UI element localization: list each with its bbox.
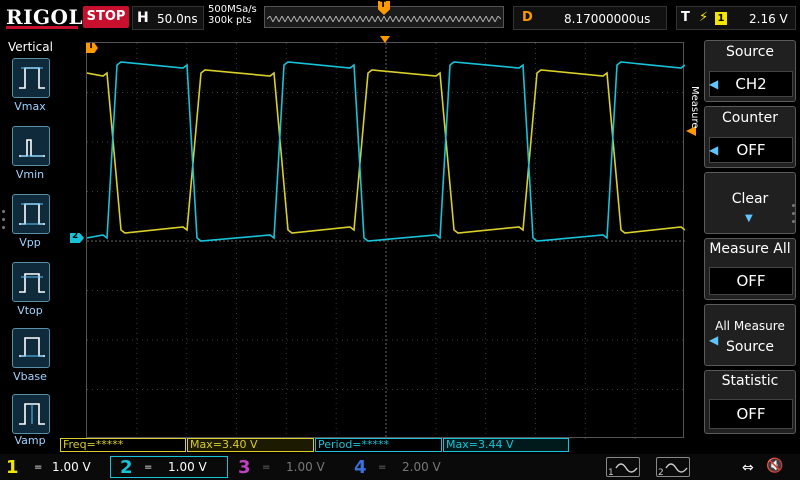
channel-number: 2: [120, 457, 133, 478]
horizontal-label: H: [137, 10, 149, 26]
channel-number: 1: [6, 457, 19, 478]
measure-menu: Source CH2 ◀ Counter OFF ◀ Clear ▼ Measu…: [700, 38, 800, 438]
horizontal-timebase[interactable]: H 50.0ns: [132, 6, 204, 30]
channel-4-status[interactable]: 4 = 2.00 V: [350, 456, 460, 478]
measure-all-value: OFF: [709, 267, 793, 295]
measure-sidebar: Vertical Vmax Vmin Vpp Vtop Vbase Vamp: [0, 36, 56, 454]
clear-softkey[interactable]: Clear ▼: [704, 172, 796, 234]
measurement-results: Freq=***** Max=3.40 V Period=***** Max=3…: [60, 438, 700, 452]
vtop-icon: [19, 273, 45, 293]
delay-value: 8.17000000us: [564, 12, 651, 26]
delay-label: D: [522, 10, 533, 25]
channel-number: 3: [238, 457, 251, 478]
statistic-label: Statistic: [721, 373, 779, 389]
usb-icon: ⇔: [742, 460, 754, 476]
channel-scale: 1.00 V: [286, 460, 325, 474]
all-measure-value: Source: [725, 339, 775, 355]
all-measure-source-softkey[interactable]: All Measure Source ◀: [704, 304, 796, 366]
run-stop-status[interactable]: STOP: [83, 6, 129, 28]
chevron-left-icon: ◀: [709, 77, 719, 91]
trigger-source-badge: 1: [715, 12, 727, 25]
vmax-label: Vmax: [14, 100, 46, 113]
memory-waveform-icon: [267, 16, 501, 22]
channel-2-status[interactable]: 2 = 1.00 V: [114, 456, 224, 478]
dc-coupling-icon: =: [378, 462, 387, 473]
horizontal-delay[interactable]: D 8.17000000us: [513, 6, 667, 30]
channel-3-status[interactable]: 3 = 1.00 V: [232, 456, 342, 478]
timebase-value: 50.0ns: [157, 12, 198, 26]
sample-rate: 500MSa/s: [208, 4, 257, 15]
page-dots: [2, 210, 6, 234]
channel-scale: 1.00 V: [52, 460, 91, 474]
page-dots-right: [792, 204, 796, 228]
vamp-label: Vamp: [14, 434, 46, 447]
vpp-button[interactable]: [12, 194, 50, 234]
clear-label: Clear: [731, 191, 769, 207]
measurement-item: Max=3.44 V: [443, 438, 569, 452]
trigger-level: 2.16 V: [749, 12, 788, 26]
ch2-ground-marker[interactable]: 2: [70, 233, 84, 243]
dc-coupling-icon: =: [144, 462, 153, 473]
source2-icon[interactable]: 2: [656, 457, 690, 478]
rising-edge-icon: ⚡: [699, 10, 709, 25]
sine-wave-icon: 2: [658, 463, 688, 478]
source-value: CH2: [709, 71, 793, 97]
measurement-item: Max=3.40 V: [187, 438, 314, 452]
vmin-icon: [19, 139, 45, 157]
waveform-display[interactable]: [86, 42, 686, 439]
counter-label: Counter: [722, 110, 778, 126]
vamp-button[interactable]: [12, 394, 50, 434]
chevron-left-icon: ◀: [709, 333, 719, 347]
vbase-label: Vbase: [13, 370, 47, 383]
counter-softkey[interactable]: Counter OFF ◀: [704, 106, 796, 168]
trigger-settings[interactable]: T ⚡ 1 2.16 V: [676, 6, 796, 30]
measurement-item: Period=*****: [315, 438, 442, 452]
vamp-icon: [19, 403, 45, 425]
statistic-softkey[interactable]: Statistic OFF: [704, 370, 796, 434]
channel-scale: 1.00 V: [168, 460, 207, 474]
svg-text:1: 1: [608, 468, 614, 478]
chevron-left-icon: ◀: [709, 143, 719, 157]
measurement-item: Freq=*****: [60, 438, 186, 452]
svg-text:2: 2: [658, 468, 664, 478]
dc-coupling-icon: =: [34, 462, 43, 473]
source-softkey[interactable]: Source CH2 ◀: [704, 40, 796, 102]
waveform-canvas: [86, 43, 686, 439]
channel-number: 4: [354, 457, 367, 478]
vbase-icon: [19, 337, 45, 357]
acquisition-info: 500MSa/s 300k pts: [208, 4, 257, 26]
logo-underline: [6, 26, 78, 29]
dc-coupling-icon: =: [262, 462, 271, 473]
all-measure-label: All Measure: [715, 319, 785, 333]
counter-value: OFF: [709, 137, 793, 163]
memory-depth: 300k pts: [208, 15, 252, 26]
channel-1-status[interactable]: 1 = 1.00 V: [4, 456, 104, 478]
vbase-button[interactable]: [12, 328, 50, 368]
sine-wave-icon: 1: [608, 463, 638, 478]
vmax-button[interactable]: [12, 58, 50, 98]
source1-icon[interactable]: 1: [606, 457, 640, 478]
vtop-button[interactable]: [12, 262, 50, 302]
sidebar-title: Vertical: [8, 40, 53, 54]
menu-title: Measure: [689, 86, 700, 129]
vpp-label: Vpp: [19, 236, 41, 249]
chevron-down-icon: ▼: [745, 213, 753, 224]
vtop-label: Vtop: [17, 304, 43, 317]
channel-scale: 2.00 V: [402, 460, 441, 474]
vmin-button[interactable]: [12, 126, 50, 166]
vmax-icon: [19, 67, 45, 89]
statistic-value: OFF: [709, 399, 793, 429]
trigger-label: T: [681, 10, 690, 25]
channel-status-bar: 1 = 1.00 V 2 = 1.00 V 3 = 1.00 V 4 = 2.0…: [0, 454, 800, 480]
measure-all-label: Measure All: [709, 241, 791, 257]
source-label: Source: [725, 44, 775, 60]
vmin-label: Vmin: [15, 168, 45, 181]
top-status-bar: RIGOL STOP H 50.0ns 500MSa/s 300k pts T …: [0, 0, 800, 36]
speaker-muted-icon[interactable]: 🔇: [766, 458, 783, 474]
vpp-icon: [19, 203, 45, 225]
measure-all-softkey[interactable]: Measure All OFF: [704, 238, 796, 300]
